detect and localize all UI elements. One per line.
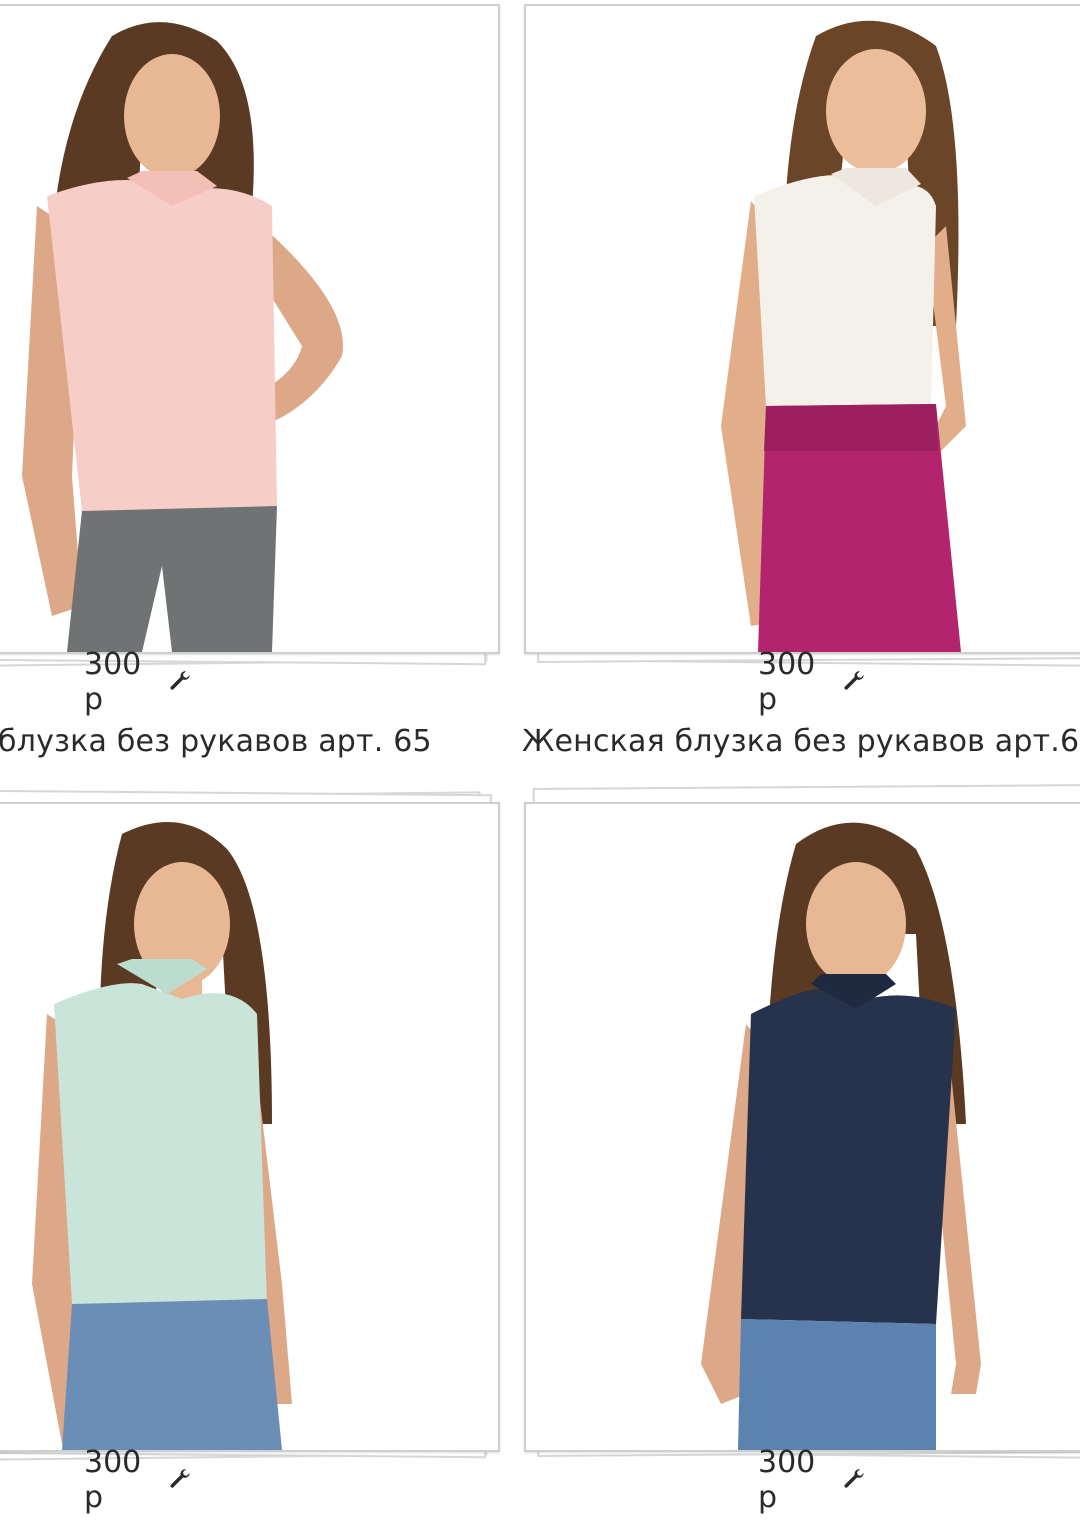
model-illustration: [721, 20, 966, 652]
wrench-icon[interactable]: [841, 1463, 867, 1497]
price-label: 300 р: [758, 1445, 816, 1515]
product-photo[interactable]: [0, 802, 500, 1452]
product-title[interactable]: Женская блузка без рукавов арт.61: [522, 724, 1080, 759]
product-title[interactable]: блузка без рукавов арт. 65: [0, 724, 432, 759]
wrench-icon[interactable]: [167, 1463, 193, 1497]
model-illustration: [22, 22, 343, 652]
product-photo[interactable]: [0, 4, 500, 654]
wrench-icon[interactable]: [167, 665, 193, 699]
wrench-icon[interactable]: [841, 665, 867, 699]
product-photo[interactable]: [524, 802, 1080, 1452]
model-illustration: [32, 822, 292, 1450]
price-label: 300 р: [758, 647, 816, 717]
model-illustration: [701, 822, 981, 1450]
product-photo[interactable]: [524, 4, 1080, 654]
price-label: 300 р: [84, 1445, 142, 1515]
price-label: 300 р: [84, 647, 142, 717]
